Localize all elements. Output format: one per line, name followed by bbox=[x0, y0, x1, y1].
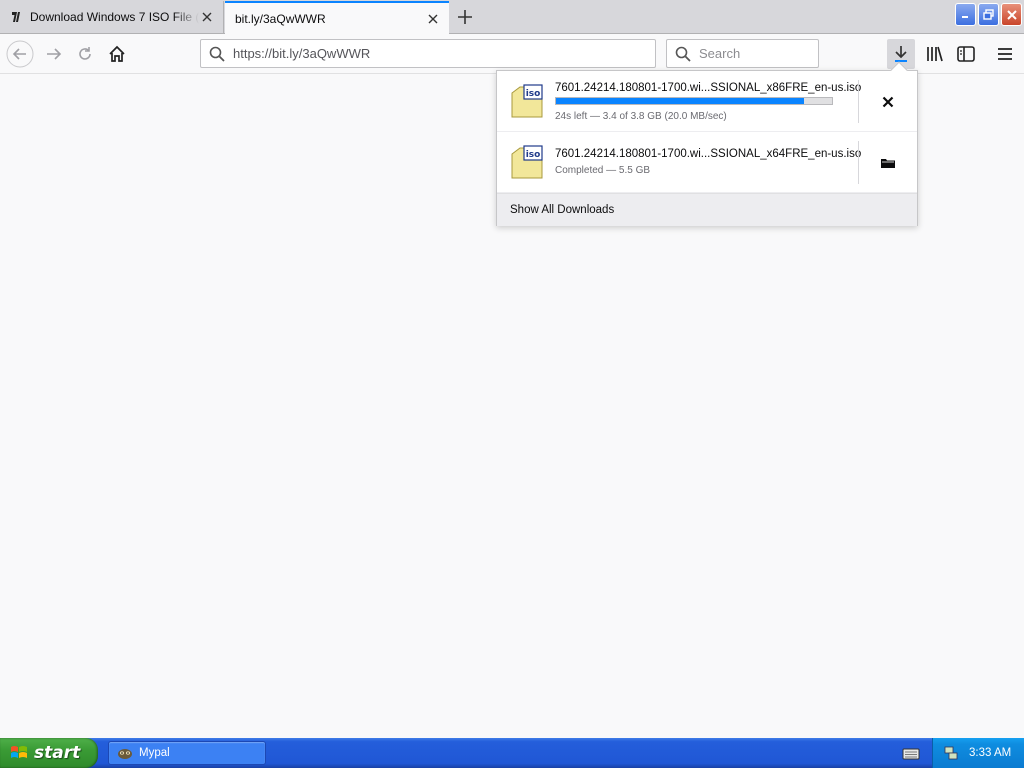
download-arrow-icon bbox=[895, 46, 907, 62]
sidebar-icon bbox=[957, 46, 975, 62]
search-icon bbox=[209, 46, 225, 62]
window-controls bbox=[955, 3, 1022, 26]
window-close-button[interactable] bbox=[1001, 3, 1022, 26]
start-button[interactable]: start bbox=[0, 738, 98, 768]
system-tray: 3:33 AM bbox=[932, 738, 1024, 768]
back-button[interactable] bbox=[5, 39, 35, 69]
divider bbox=[858, 80, 859, 123]
library-icon bbox=[927, 46, 943, 62]
taskbar: start Mypal 3:33 AM bbox=[0, 738, 1024, 768]
reload-icon bbox=[79, 47, 91, 60]
hamburger-menu-icon bbox=[998, 48, 1012, 60]
download-filename: 7601.24214.180801-1700.wi...SSIONAL_x64F… bbox=[555, 148, 862, 160]
close-icon bbox=[882, 96, 894, 108]
reload-button[interactable] bbox=[70, 39, 100, 69]
progress-fill bbox=[556, 98, 805, 104]
iso-file-icon: iso bbox=[511, 145, 543, 179]
folder-icon bbox=[881, 159, 895, 168]
new-tab-button[interactable] bbox=[452, 4, 478, 30]
tab-strip: Download Windows 7 ISO File (Ult bit.ly/… bbox=[0, 0, 1024, 34]
site-favicon-icon bbox=[12, 12, 20, 22]
tab-download-windows[interactable]: Download Windows 7 ISO File (Ult bbox=[0, 1, 224, 33]
download-filename: 7601.24214.180801-1700.wi...SSIONAL_x86F… bbox=[555, 82, 862, 94]
svg-text:iso: iso bbox=[526, 89, 541, 99]
restore-icon bbox=[983, 9, 994, 20]
start-label: start bbox=[34, 743, 81, 763]
tab-label: bit.ly/3aQwWWR bbox=[235, 11, 326, 26]
open-folder-button[interactable] bbox=[873, 148, 903, 178]
forward-button[interactable] bbox=[39, 39, 69, 69]
cancel-download-button[interactable] bbox=[873, 87, 903, 117]
plus-icon bbox=[458, 10, 472, 24]
search-input[interactable] bbox=[699, 46, 809, 61]
taskbar-item-mypal[interactable]: Mypal bbox=[108, 741, 266, 765]
minimize-button[interactable] bbox=[955, 3, 976, 26]
show-all-downloads-button[interactable]: Show All Downloads bbox=[497, 193, 917, 226]
tab-label: Download Windows 7 ISO File (Ult bbox=[30, 10, 199, 24]
search-bar[interactable] bbox=[666, 39, 819, 68]
url-bar[interactable]: https://bit.ly/3aQwWWR bbox=[200, 39, 656, 68]
mypal-app-icon bbox=[118, 749, 132, 759]
sidebar-button[interactable] bbox=[951, 39, 981, 69]
tab-close-icon[interactable] bbox=[199, 9, 215, 25]
search-icon bbox=[675, 46, 691, 62]
windows-logo-icon bbox=[11, 746, 27, 758]
navigation-toolbar: https://bit.ly/3aQwWWR bbox=[0, 34, 1024, 74]
home-button[interactable] bbox=[102, 39, 132, 69]
menu-button[interactable] bbox=[990, 39, 1020, 69]
library-button[interactable] bbox=[920, 39, 950, 69]
download-status: Completed — 5.5 GB bbox=[555, 165, 651, 176]
divider bbox=[858, 141, 859, 184]
taskbar-item-label: Mypal bbox=[139, 747, 170, 759]
minimize-icon bbox=[962, 16, 968, 18]
tab-bitly[interactable]: bit.ly/3aQwWWR bbox=[225, 1, 449, 34]
keyboard-icon[interactable] bbox=[902, 744, 920, 762]
url-text: https://bit.ly/3aQwWWR bbox=[233, 46, 371, 61]
home-icon bbox=[109, 45, 125, 62]
network-icon[interactable] bbox=[943, 745, 959, 761]
download-status: 24s left — 3.4 of 3.8 GB (20.0 MB/sec) bbox=[555, 111, 727, 122]
back-arrow-icon bbox=[6, 40, 34, 68]
downloads-panel: iso 7601.24214.180801-1700.wi...SSIONAL_… bbox=[496, 61, 918, 226]
close-icon bbox=[1006, 9, 1017, 20]
download-progress-bar bbox=[555, 97, 833, 105]
forward-arrow-icon bbox=[47, 48, 62, 60]
restore-button[interactable] bbox=[978, 3, 999, 26]
show-all-downloads-label: Show All Downloads bbox=[510, 204, 615, 216]
tab-close-icon[interactable] bbox=[425, 11, 441, 27]
download-item[interactable]: iso 7601.24214.180801-1700.wi...SSIONAL_… bbox=[497, 132, 917, 193]
svg-text:iso: iso bbox=[526, 150, 541, 160]
iso-file-icon: iso bbox=[511, 84, 543, 118]
download-item[interactable]: iso 7601.24214.180801-1700.wi...SSIONAL_… bbox=[497, 71, 917, 132]
clock[interactable]: 3:33 AM bbox=[969, 747, 1011, 759]
